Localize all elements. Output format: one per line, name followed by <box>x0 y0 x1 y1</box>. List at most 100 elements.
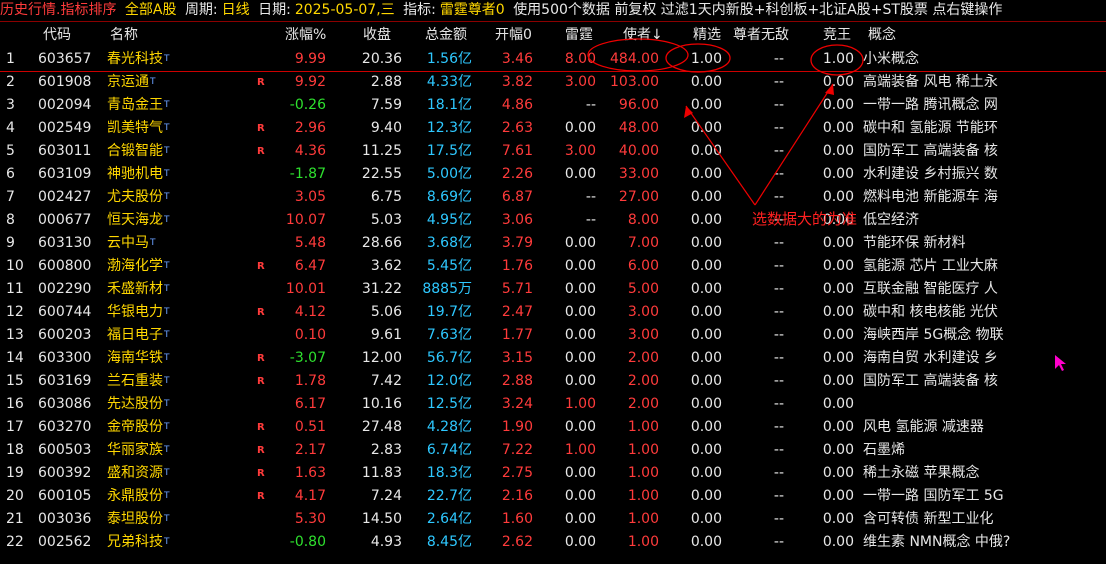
col-header-amount[interactable]: 总金额 <box>425 25 467 45</box>
jingwang-value: 0.00 <box>822 373 854 389</box>
jingwang-value: 0.00 <box>822 166 854 182</box>
jingwang-value: 0.00 <box>822 97 854 113</box>
col-header-zunzhe[interactable]: 尊者无敌 <box>733 25 789 45</box>
col-header-close[interactable]: 收盘 <box>363 25 391 45</box>
stock-name: 福日电子 <box>107 327 163 343</box>
stock-name-cell[interactable]: 金帝股份T <box>107 416 197 439</box>
stock-code: 603130 <box>38 235 92 251</box>
market-selector[interactable]: 全部A股 <box>125 2 177 18</box>
table-row[interactable]: 12 600744 华银电力T R 4.12 5.06 19.7亿 2.47 0.00 3.00 0… <box>0 301 1106 324</box>
table-row[interactable]: 17 603270 金帝股份T R 0.51 27.48 4.28亿 1.90 0.00 1.00… <box>0 416 1106 439</box>
trade-mark-icon: T <box>150 238 156 248</box>
stock-code: 603169 <box>38 373 92 389</box>
col-header-open[interactable]: 开幅0 <box>495 25 532 45</box>
stock-code: 603086 <box>38 396 92 412</box>
table-row[interactable]: 20 600105 永鼎股份T R 4.17 7.24 22.7亿 2.16 0.00 1.00 0… <box>0 485 1106 508</box>
col-header-jingwang[interactable]: 竞王 <box>823 25 851 45</box>
stock-name-cell[interactable]: 青岛金王T <box>107 94 197 117</box>
stock-name-cell[interactable]: 合锻智能T <box>107 140 197 163</box>
concept-tags: 国防军工 高端装备 核 <box>863 143 998 159</box>
stock-name-cell[interactable]: 盛和资源T <box>107 462 197 485</box>
stock-code: 601908 <box>38 74 92 90</box>
jingxuan-value: 0.00 <box>690 534 722 550</box>
open-pct: 3.82 <box>501 74 533 90</box>
jingxuan-value: 0.00 <box>690 281 722 297</box>
col-header-name[interactable]: 名称 <box>110 25 138 45</box>
table-row[interactable]: 1 603657 春光科技T 9.99 20.36 1.56亿 3.46 8.00 484.00… <box>0 48 1106 72</box>
zunzhe-value: -- <box>773 511 784 527</box>
table-row[interactable]: 11 002290 禾盛新材T 10.01 31.22 8885万 5.71 0.00 5.00… <box>0 278 1106 301</box>
stock-name-cell[interactable]: 云中马T <box>107 232 197 255</box>
zunzhe-value: -- <box>773 235 784 251</box>
table-row[interactable]: 9 603130 云中马T 5.48 28.66 3.68亿 3.79 0.00 7.00 0.0… <box>0 232 1106 255</box>
stock-name-cell[interactable]: 福日电子T <box>107 324 197 347</box>
table-row[interactable]: 18 600503 华丽家族T R 2.17 2.83 6.74亿 7.22 1.00 1.00 0… <box>0 439 1106 462</box>
table-row[interactable]: 3 002094 青岛金王T -0.26 7.59 18.1亿 4.86 -- 96.00 0.0… <box>0 94 1106 117</box>
close-price: 14.50 <box>361 511 402 527</box>
col-header-code[interactable]: 代码 <box>43 25 71 45</box>
r-flag: R <box>257 123 265 134</box>
shizhe-value: 96.00 <box>618 97 659 113</box>
concept-tags: 低空经济 <box>863 212 919 228</box>
stock-name-cell[interactable]: 泰坦股份T <box>107 508 197 531</box>
stock-name: 盛和资源 <box>107 465 163 481</box>
shizhe-value: 1.00 <box>627 488 659 504</box>
window-title: 历史行情.指标排序 <box>0 2 117 18</box>
stock-name-cell[interactable]: 恒天海龙T <box>107 209 197 232</box>
col-header-leiting[interactable]: 雷霆 <box>565 25 593 45</box>
stock-name-cell[interactable]: 渤海化学T <box>107 255 197 278</box>
table-row[interactable]: 10 600800 渤海化学T R 6.47 3.62 5.45亿 1.76 0.00 6.00 0… <box>0 255 1106 278</box>
stock-name-cell[interactable]: 兄弟科技T <box>107 531 197 554</box>
change-pct: 6.17 <box>294 396 326 412</box>
stock-name-cell[interactable]: 尤夫股份T <box>107 186 197 209</box>
change-pct: 2.96 <box>294 120 326 136</box>
table-row[interactable]: 2 601908 京运通T R 9.92 2.88 4.33亿 3.82 3.00 103.00 0… <box>0 71 1106 94</box>
col-header-change[interactable]: 涨幅% <box>285 25 326 45</box>
leiting-value: -- <box>585 189 596 205</box>
jingxuan-value: 0.00 <box>690 189 722 205</box>
table-row[interactable]: 22 002562 兄弟科技T -0.80 4.93 8.45亿 2.62 0.00 1.00 0… <box>0 531 1106 554</box>
table-row[interactable]: 6 603109 神驰机电T -1.87 22.55 5.00亿 2.26 0.00 33.00… <box>0 163 1106 186</box>
jingwang-value: 0.00 <box>822 258 854 274</box>
indicator-value[interactable]: 雷霆尊者0 <box>440 2 505 18</box>
close-price: 20.36 <box>361 51 402 67</box>
table-row[interactable]: 14 603300 海南华铁T R -3.07 12.00 56.7亿 3.15 0.00 2.0… <box>0 347 1106 370</box>
stock-name-cell[interactable]: 京运通T <box>107 71 197 94</box>
shizhe-value: 8.00 <box>627 212 659 228</box>
stock-code: 603300 <box>38 350 92 366</box>
leiting-value: 0.00 <box>564 465 596 481</box>
close-price: 11.25 <box>361 143 402 159</box>
stock-name-cell[interactable]: 凯美特气T <box>107 117 197 140</box>
stock-name-cell[interactable]: 禾盛新材T <box>107 278 197 301</box>
stock-name: 凯美特气 <box>107 120 163 136</box>
table-row[interactable]: 16 603086 先达股份T 6.17 10.16 12.5亿 3.24 1.00 2.00 0… <box>0 393 1106 416</box>
table-row[interactable]: 5 603011 合锻智能T R 4.36 11.25 17.5亿 7.61 3.00 40.00… <box>0 140 1106 163</box>
col-header-jingxuan[interactable]: 精选 <box>693 25 721 45</box>
table-row[interactable]: 19 600392 盛和资源T R 1.63 11.83 18.3亿 2.75 0.00 1.00… <box>0 462 1106 485</box>
trade-mark-icon: T <box>164 54 170 64</box>
stock-name-cell[interactable]: 华银电力T <box>107 301 197 324</box>
stock-name-cell[interactable]: 春光科技T <box>107 48 197 71</box>
col-header-concept[interactable]: 概念 <box>868 25 896 45</box>
jingwang-value: 0.00 <box>822 488 854 504</box>
stock-name-cell[interactable]: 华丽家族T <box>107 439 197 462</box>
close-price: 12.00 <box>361 350 402 366</box>
table-row[interactable]: 4 002549 凯美特气T R 2.96 9.40 12.3亿 2.63 0.00 48.00 0… <box>0 117 1106 140</box>
table-row[interactable]: 13 600203 福日电子T 0.10 9.61 7.63亿 1.77 0.00 3.00 0.… <box>0 324 1106 347</box>
date-value[interactable]: 2025-05-07,三 <box>295 2 395 18</box>
stock-name-cell[interactable]: 永鼎股份T <box>107 485 197 508</box>
stock-name-cell[interactable]: 兰石重装T <box>107 370 197 393</box>
period-value[interactable]: 日线 <box>222 2 250 18</box>
table-row[interactable]: 21 003036 泰坦股份T 5.30 14.50 2.64亿 1.60 0.00 1.00 0… <box>0 508 1106 531</box>
jingwang-value: 0.00 <box>822 396 854 412</box>
trade-mark-icon: T <box>164 330 170 340</box>
col-header-shizhe[interactable]: 使者↓ <box>623 25 663 45</box>
stock-code: 603109 <box>38 166 92 182</box>
table-row[interactable]: 7 002427 尤夫股份T 3.05 6.75 8.69亿 6.87 -- 27.00 0.00… <box>0 186 1106 209</box>
stock-name-cell[interactable]: 海南华铁T <box>107 347 197 370</box>
stock-name-cell[interactable]: 先达股份T <box>107 393 197 416</box>
table-row[interactable]: 8 000677 恒天海龙T 10.07 5.03 4.95亿 3.06 -- 8.00 0.00… <box>0 209 1106 232</box>
table-row[interactable]: 15 603169 兰石重装T R 1.78 7.42 12.0亿 2.88 0.00 2.00 0… <box>0 370 1106 393</box>
trade-mark-icon: T <box>164 468 170 478</box>
stock-name-cell[interactable]: 神驰机电T <box>107 163 197 186</box>
